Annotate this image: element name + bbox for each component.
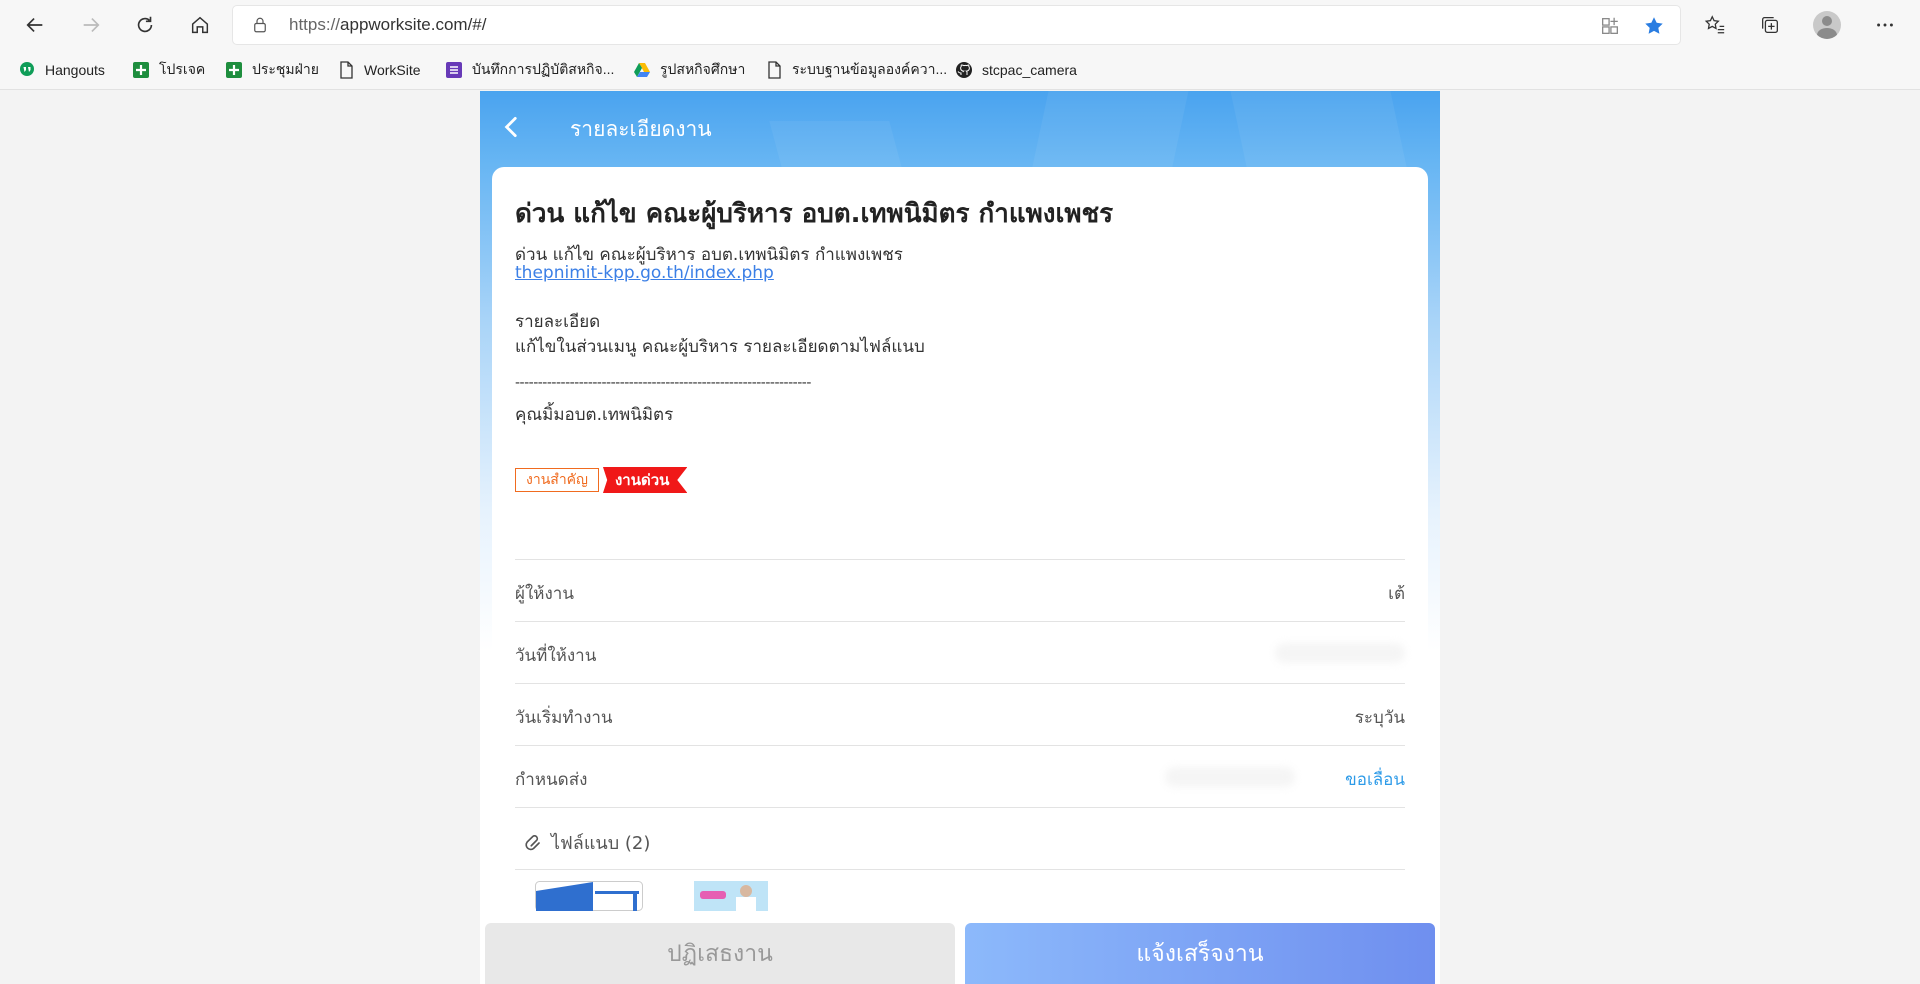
assigner-label: ผู้ให้งาน <box>515 584 574 604</box>
start-date-value[interactable]: ระบุวัน <box>1355 704 1405 731</box>
complete-task-button[interactable]: แจ้งเสร็จงาน <box>965 923 1435 984</box>
collections-icon[interactable] <box>1755 10 1785 40</box>
page-viewport: รายละเอียดงาน ด่วน แก้ไข คณะผู้บริหาร อบ… <box>0 91 1920 984</box>
bookmark-label: stcpac_camera <box>982 62 1077 78</box>
assigner-value: เต้ <box>1388 584 1405 604</box>
bookmark-knowledge-db[interactable]: ระบบฐานข้อมูลองค์ควา... <box>765 56 947 84</box>
home-icon[interactable] <box>183 8 217 42</box>
bookmarks-bar: Hangouts โปรเจค ประชุมฝ่าย WorkSite บันท… <box>0 50 1920 90</box>
google-sheets-icon <box>225 61 243 79</box>
bookmark-hangouts[interactable]: Hangouts <box>18 56 105 84</box>
attachments-divider <box>515 869 1405 870</box>
bookmark-label: บันทึกการปฏิบัติสหกิจ... <box>472 61 615 77</box>
url-text[interactable]: https://appworksite.com/#/ <box>289 15 486 35</box>
attachments-row: ไฟล์แนบ (2) <box>515 807 1405 869</box>
page-icon <box>337 61 355 79</box>
favorites-list-icon[interactable] <box>1700 10 1730 40</box>
attachments-label: ไฟล์แนบ (2) <box>551 833 651 854</box>
contact-text: คุณมิ้มอบต.เทพนิมิตร <box>515 405 674 425</box>
start-date-label: วันเริ่มทำงาน <box>515 708 613 728</box>
bookmark-label: โปรเจค <box>159 61 206 77</box>
reject-task-button[interactable]: ปฏิเสธงาน <box>485 923 955 984</box>
detail-heading: รายละเอียด <box>515 312 601 332</box>
bookmark-label: ประชุมฝ่าย <box>252 61 319 77</box>
attachments-header: ไฟล์แนบ (2) <box>523 828 650 857</box>
paperclip-icon <box>525 834 540 850</box>
chevron-left-icon <box>504 116 517 138</box>
browser-toolbar: https://appworksite.com/#/ <box>0 0 1920 50</box>
due-date-row: กำหนดส่ง ขอเลื่อน <box>515 745 1405 807</box>
bookmark-label: Hangouts <box>45 62 105 78</box>
github-icon <box>955 61 973 79</box>
bookmark-label: รูปสหกิจศึกษา <box>660 61 746 77</box>
bookmark-label: ระบบฐานข้อมูลองค์ควา... <box>792 61 948 77</box>
bookmark-coop-photos[interactable]: รูปสหกิจศึกษา <box>633 56 745 84</box>
start-date-row[interactable]: วันเริ่มทำงาน ระบุวัน <box>515 683 1405 745</box>
google-forms-icon <box>445 61 463 79</box>
postpone-link[interactable]: ขอเลื่อน <box>1345 766 1405 793</box>
page-icon <box>765 61 783 79</box>
bookmark-coop-log[interactable]: บันทึกการปฏิบัติสหกิจ... <box>445 56 614 84</box>
bookmark-meeting[interactable]: ประชุมฝ่าย <box>225 56 319 84</box>
url-host: appworksite.com/#/ <box>340 15 487 34</box>
bookmark-label: WorkSite <box>364 62 421 78</box>
assign-date-label: วันที่ให้งาน <box>515 646 597 666</box>
bookmark-project[interactable]: โปรเจค <box>132 56 205 84</box>
google-drive-icon <box>633 61 651 79</box>
blurred-date <box>1275 643 1405 663</box>
address-bar[interactable]: https://appworksite.com/#/ <box>233 6 1680 44</box>
task-detail-app: รายละเอียดงาน ด่วน แก้ไข คณะผู้บริหาร อบ… <box>480 91 1440 984</box>
bookmark-worksite[interactable]: WorkSite <box>337 56 421 84</box>
attachment-thumbnail-2[interactable] <box>694 881 768 911</box>
back-button[interactable] <box>492 107 532 147</box>
assign-date-row: วันที่ให้งาน <box>515 621 1405 683</box>
important-tag: งานสำคัญ <box>515 468 599 492</box>
more-menu-icon[interactable] <box>1870 10 1900 40</box>
forward-arrow-icon[interactable] <box>74 8 108 42</box>
hangouts-icon <box>18 61 36 79</box>
separator-line: ----------------------------------------… <box>515 375 811 391</box>
detail-text: แก้ไขในส่วนเมนู คณะผู้บริหาร รายละเอียดต… <box>515 337 925 357</box>
action-bar: ปฏิเสธงาน แจ้งเสร็จงาน <box>480 921 1440 984</box>
google-sheets-icon <box>132 61 150 79</box>
blurred-due-date <box>1165 767 1295 787</box>
lock-icon[interactable] <box>251 16 269 34</box>
task-tags: งานสำคัญ งานด่วน <box>515 467 688 493</box>
attachment-thumbnail-1[interactable] <box>535 881 643 911</box>
task-title: ด่วน แก้ไข คณะผู้บริหาร อบต.เทพนิมิตร กำ… <box>515 199 1114 229</box>
assigner-row: ผู้ให้งาน เต้ <box>515 559 1405 621</box>
add-app-icon[interactable] <box>1599 15 1621 37</box>
back-arrow-icon[interactable] <box>18 8 52 42</box>
bookmark-github[interactable]: stcpac_camera <box>955 56 1077 84</box>
url-scheme: https:// <box>289 15 341 34</box>
favorite-star-icon[interactable] <box>1643 15 1665 37</box>
urgent-tag: งานด่วน <box>602 467 688 493</box>
task-link[interactable]: thepnimit-kpp.go.th/index.php <box>515 263 774 283</box>
profile-avatar[interactable] <box>1813 11 1841 39</box>
page-title: รายละเอียดงาน <box>570 117 712 141</box>
refresh-icon[interactable] <box>128 8 162 42</box>
due-date-label: กำหนดส่ง <box>515 770 588 790</box>
